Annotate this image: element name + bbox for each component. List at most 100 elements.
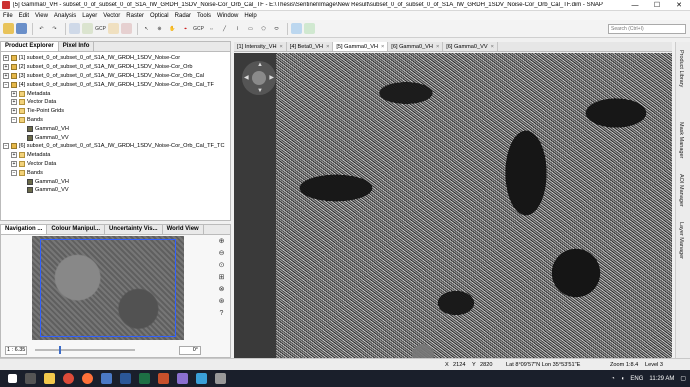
- image-view-tab[interactable]: [4] Beta0_VH ×: [287, 42, 334, 51]
- help-icon[interactable]: ?: [217, 310, 226, 319]
- task-view-icon[interactable]: [25, 373, 36, 384]
- tree-row[interactable]: + [3] subset_0_of_subset_0_of_S1A_IW_GRDH…: [3, 72, 228, 81]
- tree-expander-icon[interactable]: −: [11, 169, 17, 176]
- aoi-manager-tab[interactable]: AOI Manager: [678, 174, 684, 207]
- tab-colour-manipulation[interactable]: Colour Manipul...: [47, 225, 106, 234]
- menu-window[interactable]: Window: [214, 13, 241, 19]
- tree-row[interactable]: − [4] subset_0_of_subset_0_of_S1A_IW_GRDH…: [3, 80, 228, 89]
- tree-expander-icon[interactable]: +: [11, 90, 17, 97]
- pan-down-icon[interactable]: ▼: [257, 88, 263, 94]
- tab-product-explorer[interactable]: Product Explorer: [1, 42, 59, 51]
- sync-cursor-icon[interactable]: ⊛: [217, 298, 226, 307]
- minimize-button[interactable]: —: [624, 0, 646, 11]
- image-view-tab[interactable]: [5] Gamma0_VH ×: [333, 42, 389, 51]
- start-icon[interactable]: [8, 374, 17, 383]
- maximize-button[interactable]: ☐: [646, 0, 668, 11]
- app-icon[interactable]: [215, 373, 226, 384]
- mask-manager-tab[interactable]: Mask Manager: [678, 122, 684, 158]
- close-tab-icon[interactable]: ×: [436, 44, 439, 50]
- tree-row[interactable]: Gamma0_VH: [3, 177, 228, 186]
- menu-raster[interactable]: Raster: [123, 13, 147, 19]
- image-view-tab[interactable]: [1] Intensity_VH ×: [234, 42, 287, 51]
- batch-processing-icon[interactable]: [121, 23, 132, 34]
- zoom-out-icon[interactable]: ⊖: [217, 250, 226, 259]
- tree-row[interactable]: + [1] subset_0_of_subset_0_of_S1A_IW_GRDH…: [3, 54, 228, 63]
- image-view-tab[interactable]: [6] Gamma0_VV ×: [443, 42, 498, 51]
- menu-file[interactable]: File: [0, 13, 16, 19]
- tree-row[interactable]: − Bands: [3, 116, 228, 125]
- tree-expander-icon[interactable]: +: [11, 108, 17, 115]
- powerpoint-icon[interactable]: [158, 373, 169, 384]
- zoom-slider[interactable]: [35, 346, 135, 354]
- chrome-icon[interactable]: [63, 373, 74, 384]
- pan-right-icon[interactable]: ▶: [269, 74, 274, 81]
- menu-help[interactable]: Help: [241, 13, 259, 19]
- search-input[interactable]: Search (Ctrl+I): [608, 24, 686, 34]
- clock[interactable]: 11:29 AM: [649, 376, 674, 382]
- menu-tools[interactable]: Tools: [194, 13, 214, 19]
- histogram-icon[interactable]: [82, 23, 93, 34]
- close-button[interactable]: ✕: [668, 0, 690, 11]
- gcp-tool-icon[interactable]: GCP: [193, 23, 204, 34]
- open-product-icon[interactable]: [3, 23, 14, 34]
- draw-polygon-icon[interactable]: ⬠: [258, 23, 269, 34]
- navigation-thumbnail[interactable]: [32, 236, 184, 340]
- draw-polyline-icon[interactable]: ⌇: [232, 23, 243, 34]
- tree-expander-icon[interactable]: −: [11, 116, 17, 123]
- pin-tool-icon[interactable]: ⌖: [180, 23, 191, 34]
- tree-row[interactable]: + Tie-Point Grids: [3, 107, 228, 116]
- pan-center[interactable]: [252, 71, 266, 85]
- tab-world-view[interactable]: World View: [163, 225, 204, 234]
- zoom-factor-field[interactable]: 1 : 6.35: [5, 345, 27, 355]
- tree-row[interactable]: Gamma0_VV: [3, 186, 228, 195]
- layer-manager-tab[interactable]: Layer Manager: [678, 222, 684, 259]
- menu-vector[interactable]: Vector: [100, 13, 123, 19]
- menu-view[interactable]: View: [32, 13, 51, 19]
- word-icon[interactable]: [120, 373, 131, 384]
- tree-expander-icon[interactable]: −: [3, 143, 9, 150]
- tree-expander-icon[interactable]: +: [3, 72, 9, 79]
- range-finder-icon[interactable]: ⇔: [206, 23, 217, 34]
- close-tab-icon[interactable]: ×: [491, 44, 494, 50]
- band-maths-icon[interactable]: [69, 23, 80, 34]
- tree-row[interactable]: − [6] subset_0_of_subset_0_of_S1A_IW_GRDH…: [3, 142, 228, 151]
- language-indicator[interactable]: ENG: [630, 376, 643, 382]
- pan-tool-icon[interactable]: ✋: [167, 23, 178, 34]
- zoom-tool-icon[interactable]: ⊕: [154, 23, 165, 34]
- snap-taskbar-icon[interactable]: [101, 373, 112, 384]
- zoom-in-icon[interactable]: ⊕: [217, 238, 226, 247]
- firefox-icon[interactable]: [82, 373, 93, 384]
- menu-analysis[interactable]: Analysis: [51, 13, 79, 19]
- select-tool-icon[interactable]: ↖: [141, 23, 152, 34]
- menu-layer[interactable]: Layer: [79, 13, 100, 19]
- app-icon[interactable]: [196, 373, 207, 384]
- pan-up-icon[interactable]: ▲: [257, 62, 263, 68]
- image-viewer[interactable]: ▲ ▼ ◀ ▶: [234, 53, 672, 358]
- save-icon[interactable]: [16, 23, 27, 34]
- tree-expander-icon[interactable]: +: [11, 152, 17, 159]
- explorer-icon[interactable]: [44, 373, 55, 384]
- time-series-icon[interactable]: [304, 23, 315, 34]
- network-icon[interactable]: ◔: [611, 376, 615, 382]
- close-tab-icon[interactable]: ×: [326, 44, 329, 50]
- tree-row[interactable]: + Metadata: [3, 151, 228, 160]
- tree-row[interactable]: + Vector Data: [3, 160, 228, 169]
- draw-line-icon[interactable]: ╱: [219, 23, 230, 34]
- tree-row[interactable]: + [2] subset_0_of_subset_0_of_S1A_IW_GRDH…: [3, 63, 228, 72]
- close-tab-icon[interactable]: ×: [381, 44, 384, 50]
- excel-icon[interactable]: [139, 373, 150, 384]
- pan-control-wheel[interactable]: ▲ ▼ ◀ ▶: [242, 61, 276, 95]
- zoom-all-icon[interactable]: ⊞: [217, 274, 226, 283]
- zoom-slider-knob[interactable]: [59, 346, 61, 354]
- product-library-tab[interactable]: Product Library: [678, 50, 684, 87]
- tree-expander-icon[interactable]: +: [3, 55, 9, 62]
- menu-edit[interactable]: Edit: [16, 13, 32, 19]
- notifications-icon[interactable]: ▢: [680, 375, 686, 382]
- tree-expander-icon[interactable]: +: [11, 160, 17, 167]
- viewport-frame[interactable]: [40, 239, 176, 337]
- close-tab-icon[interactable]: ×: [280, 44, 283, 50]
- menu-optical[interactable]: Optical: [147, 13, 172, 19]
- tree-row[interactable]: Gamma0_VV: [3, 133, 228, 142]
- image-view-tab[interactable]: [6] Gamma0_VH ×: [388, 42, 444, 51]
- tab-uncertainty-visualisation[interactable]: Uncertainty Vis...: [105, 225, 163, 234]
